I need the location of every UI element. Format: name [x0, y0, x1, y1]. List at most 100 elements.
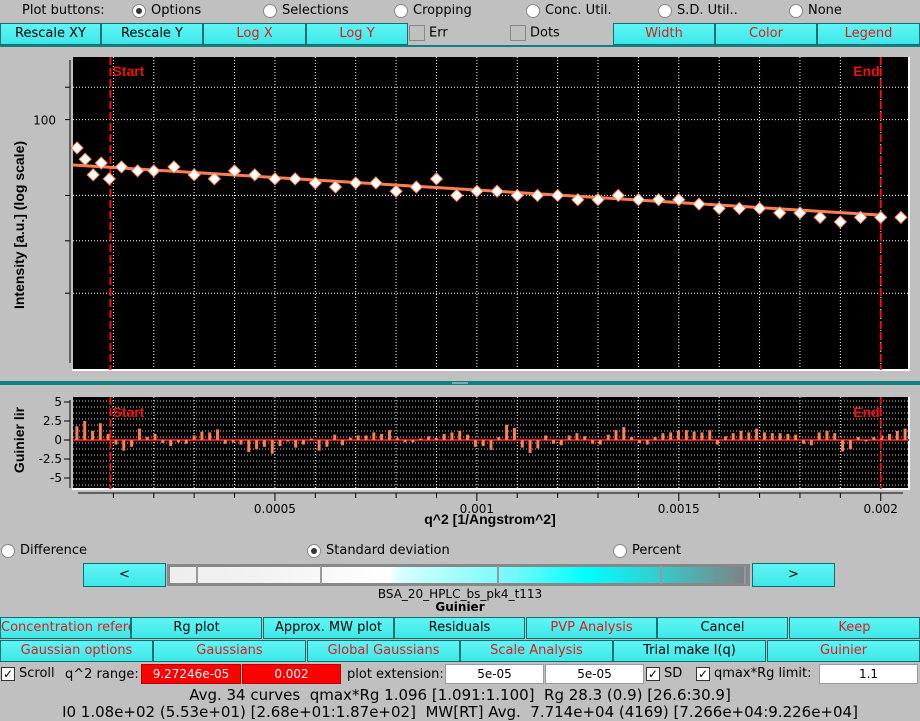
residual-bar — [411, 440, 415, 443]
action-button-keep[interactable]: Keep — [789, 617, 920, 639]
residual-bar — [192, 435, 196, 440]
residual-bar — [403, 440, 407, 443]
residual-bar — [114, 440, 118, 445]
residual-bar — [466, 434, 470, 440]
residual-bar — [419, 438, 423, 440]
residual-bar — [622, 427, 626, 440]
residual-bar — [669, 432, 673, 440]
residual-bar — [364, 435, 368, 440]
residual-bar — [380, 433, 384, 440]
residual-bar — [794, 434, 798, 440]
radio-sd-util[interactable]: S.D. Util.. — [658, 3, 738, 18]
residual-bar — [708, 430, 712, 440]
residual-bar — [333, 434, 337, 440]
q2-max-input[interactable]: 0.002 — [242, 664, 341, 684]
radio-options[interactable]: Options — [132, 3, 201, 18]
err-checkbox[interactable]: Err — [409, 25, 448, 41]
intensity-plot[interactable]: Intensity [a.u.] (log scale) 100 Start E… — [0, 50, 920, 375]
residual-bar — [528, 440, 532, 453]
residual-bar — [216, 429, 220, 440]
radio-selections[interactable]: Selections — [263, 3, 349, 18]
log-x-button[interactable]: Log X — [203, 23, 306, 45]
residual-bar — [762, 432, 766, 440]
residual-bar — [645, 440, 649, 445]
residual-bar — [567, 435, 571, 440]
residual-bar — [450, 432, 454, 440]
radio-difference[interactable]: Difference — [1, 543, 87, 558]
dots-checkbox[interactable]: Dots — [510, 25, 560, 41]
residual-bar — [122, 440, 126, 451]
extension-left-input[interactable]: 5e-05 — [445, 664, 544, 684]
radio-standard-deviation[interactable]: Standard deviation — [307, 543, 450, 558]
residual-bar — [692, 431, 696, 440]
action-button-scale-analysis[interactable]: Scale Analysis — [460, 640, 613, 662]
color-button[interactable]: Color — [715, 23, 817, 45]
residual-bar — [270, 440, 274, 454]
action-button-cancel[interactable]: Cancel — [657, 617, 788, 639]
residual-bar — [309, 438, 313, 440]
action-button-global-gaussians[interactable]: Global Gaussians — [307, 640, 460, 662]
q2-min-input[interactable]: 9.27246e-05 — [141, 664, 241, 684]
q2-range-label: q^2 range: — [65, 667, 139, 682]
y-tick-label: 0 — [54, 433, 62, 447]
action-button-rg-plot[interactable]: Rg plot — [131, 617, 262, 639]
residual-bar — [356, 435, 360, 440]
rescale-xy-button[interactable]: Rescale XY — [0, 23, 101, 45]
residual-bar — [786, 433, 790, 440]
prev-curve-button[interactable]: < — [83, 563, 166, 587]
action-button-pvp-analysis[interactable]: PVP Analysis — [526, 617, 657, 639]
rescale-y-button[interactable]: Rescale Y — [101, 23, 203, 45]
residual-bar — [848, 440, 852, 450]
action-button-concentration-reference[interactable]: Concentration reference — [0, 617, 131, 639]
residual-bar — [653, 436, 657, 440]
log-y-button[interactable]: Log Y — [306, 23, 408, 45]
sd-checkbox[interactable]: ✓ SD — [646, 666, 682, 681]
toolbar-divider — [0, 45, 920, 47]
legend-button[interactable]: Legend — [817, 23, 920, 45]
scrollbar-divider — [196, 566, 198, 584]
residual-plot[interactable]: Guinier lir 5 2.5 0 -2.5 -5 Start End 0.0005… — [0, 390, 920, 530]
action-button-gaussian-options[interactable]: Gaussian options — [0, 640, 153, 662]
residual-bar — [591, 440, 595, 444]
residual-bar — [223, 440, 227, 444]
residual-bar — [489, 440, 493, 450]
residual-bar — [552, 440, 556, 444]
residual-bar — [606, 434, 610, 440]
action-button-approx-mw-plot[interactable]: Approx. MW plot — [263, 617, 394, 639]
radio-cropping[interactable]: Cropping — [394, 3, 472, 18]
checkbox-icon — [409, 25, 425, 41]
y-tick-label: 100 — [33, 114, 56, 128]
extension-right-input[interactable]: 5e-05 — [545, 664, 644, 684]
action-button-residuals[interactable]: Residuals — [394, 617, 525, 639]
intensity-y-axis-label: Intensity [a.u.] (log scale) — [11, 141, 27, 309]
residual-bar — [630, 436, 634, 440]
residual-bar — [317, 440, 321, 451]
radio-none[interactable]: None — [789, 3, 842, 18]
scroll-checkbox[interactable]: ✓ Scroll — [1, 666, 55, 681]
residual-bar — [294, 440, 298, 448]
curve-scrollbar[interactable] — [167, 564, 750, 586]
radio-percent[interactable]: Percent — [613, 543, 681, 558]
residual-bar — [864, 440, 868, 442]
radio-icon — [307, 543, 321, 558]
x-tick-label: 0.002 — [864, 502, 898, 516]
residual-bar — [778, 433, 782, 440]
qmaxrg-checkbox[interactable]: ✓ qmax*Rg limit: — [696, 666, 811, 681]
radio-conc-util[interactable]: Conc. Util. — [526, 3, 612, 18]
next-curve-button[interactable]: > — [752, 563, 835, 587]
residual-bar — [239, 440, 243, 445]
residual-bar — [497, 436, 501, 440]
radio-icon — [263, 3, 277, 18]
action-button-guinier[interactable]: Guinier — [767, 640, 920, 662]
residual-bar — [520, 440, 524, 448]
scrollbar-thumb[interactable] — [497, 566, 499, 584]
residual-bar — [169, 440, 173, 447]
residual-bar — [200, 431, 204, 440]
residual-y-axis-label: Guinier lir — [11, 406, 27, 473]
residual-bar — [723, 436, 727, 440]
splitter-grip-icon[interactable] — [452, 382, 468, 384]
action-button-gaussians[interactable]: Gaussians — [153, 640, 306, 662]
qmaxrg-limit-input[interactable]: 1.1 — [819, 664, 918, 684]
width-button[interactable]: Width — [613, 23, 715, 45]
action-button-trial-make-i-q[interactable]: Trial make I(q) — [613, 640, 766, 662]
